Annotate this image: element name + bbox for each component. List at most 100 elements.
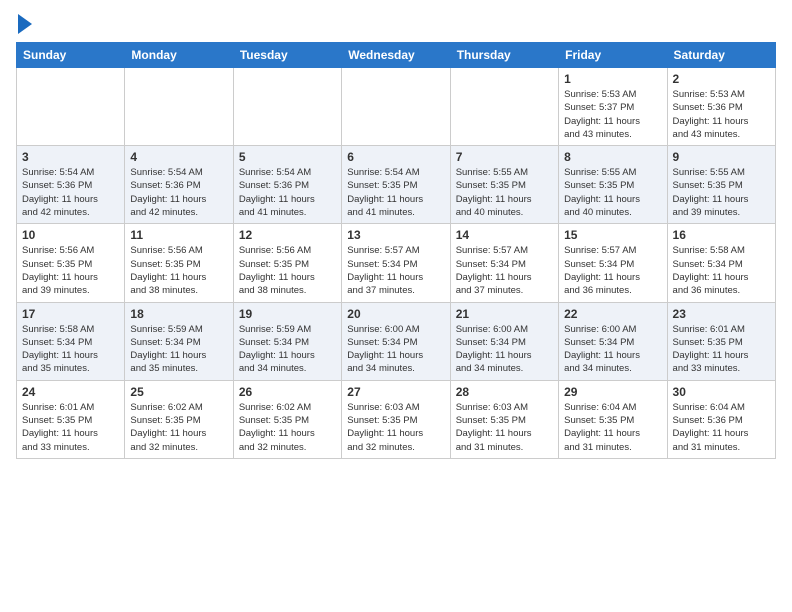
day-cell-11: 11 Sunrise: 5:56 AM Sunset: 5:35 PM Dayli… [125,224,233,302]
calendar-table: SundayMondayTuesdayWednesdayThursdayFrid… [16,42,776,459]
day-cell-4: 4Sunrise: 5:54 AM Sunset: 5:36 PM Daylig… [125,146,233,224]
day-number: 3 [22,150,119,164]
day-info: Sunrise: 5:56 AM Sunset: 5:35 PM Dayligh… [130,244,227,297]
day-number: 28 [456,385,553,399]
day-cell-19: 19 Sunrise: 5:59 AM Sunset: 5:34 PM Dayli… [233,302,341,380]
day-number: 1 [564,72,661,86]
day-number: 27 [347,385,444,399]
day-cell-14: 14Sunrise: 5:57 AM Sunset: 5:34 PM Dayli… [450,224,558,302]
day-number: 24 [22,385,119,399]
day-cell-17: 17 Sunrise: 5:58 AM Sunset: 5:34 PM Dayli… [17,302,125,380]
day-number: 11 [130,228,227,242]
empty-cell [125,68,233,146]
day-info: Sunrise: 6:01 AM Sunset: 5:35 PM Dayligh… [22,401,119,454]
day-cell-30: 30 Sunrise: 6:04 AM Sunset: 5:36 PM Dayli… [667,380,775,458]
day-number: 20 [347,307,444,321]
week-row-1: 3 Sunrise: 5:54 AM Sunset: 5:36 PM Daylig… [17,146,776,224]
dow-header-wednesday: Wednesday [342,43,450,68]
day-cell-25: 25 Sunrise: 6:02 AM Sunset: 5:35 PM Dayli… [125,380,233,458]
day-cell-15: 15 Sunrise: 5:57 AM Sunset: 5:34 PM Dayli… [559,224,667,302]
dow-header-saturday: Saturday [667,43,775,68]
day-number: 19 [239,307,336,321]
day-number: 26 [239,385,336,399]
day-cell-22: 22Sunrise: 6:00 AM Sunset: 5:34 PM Dayli… [559,302,667,380]
day-info: Sunrise: 5:55 AM Sunset: 5:35 PM Dayligh… [564,166,661,219]
day-number: 4 [130,150,227,164]
day-cell-26: 26 Sunrise: 6:02 AM Sunset: 5:35 PM Dayli… [233,380,341,458]
day-number: 17 [22,307,119,321]
empty-cell [17,68,125,146]
logo [16,16,32,34]
day-number: 22 [564,307,661,321]
day-info: Sunrise: 6:04 AM Sunset: 5:35 PM Dayligh… [564,401,661,454]
day-number: 6 [347,150,444,164]
day-info: Sunrise: 6:03 AM Sunset: 5:35 PM Dayligh… [456,401,553,454]
day-cell-29: 29 Sunrise: 6:04 AM Sunset: 5:35 PM Dayli… [559,380,667,458]
day-number: 10 [22,228,119,242]
week-row-0: 1 Sunrise: 5:53 AM Sunset: 5:37 PM Daylig… [17,68,776,146]
day-cell-3: 3Sunrise: 5:54 AM Sunset: 5:36 PM Daylig… [17,146,125,224]
day-cell-21: 21Sunrise: 6:00 AM Sunset: 5:34 PM Dayli… [450,302,558,380]
day-info: Sunrise: 5:57 AM Sunset: 5:34 PM Dayligh… [347,244,444,297]
day-cell-8: 8 Sunrise: 5:55 AM Sunset: 5:35 PM Daylig… [559,146,667,224]
day-cell-9: 9 Sunrise: 5:55 AM Sunset: 5:35 PM Daylig… [667,146,775,224]
day-info: Sunrise: 5:53 AM Sunset: 5:37 PM Dayligh… [564,88,661,141]
logo-arrow-icon [18,14,32,34]
days-of-week-row: SundayMondayTuesdayWednesdayThursdayFrid… [17,43,776,68]
day-cell-1: 1 Sunrise: 5:53 AM Sunset: 5:37 PM Daylig… [559,68,667,146]
day-info: Sunrise: 6:03 AM Sunset: 5:35 PM Dayligh… [347,401,444,454]
day-number: 23 [673,307,770,321]
day-cell-6: 6Sunrise: 5:54 AM Sunset: 5:35 PM Daylig… [342,146,450,224]
day-info: Sunrise: 6:04 AM Sunset: 5:36 PM Dayligh… [673,401,770,454]
week-row-4: 24 Sunrise: 6:01 AM Sunset: 5:35 PM Dayli… [17,380,776,458]
day-cell-5: 5 Sunrise: 5:54 AM Sunset: 5:36 PM Daylig… [233,146,341,224]
empty-cell [342,68,450,146]
day-info: Sunrise: 6:02 AM Sunset: 5:35 PM Dayligh… [130,401,227,454]
day-info: Sunrise: 5:55 AM Sunset: 5:35 PM Dayligh… [673,166,770,219]
day-number: 29 [564,385,661,399]
day-cell-7: 7Sunrise: 5:55 AM Sunset: 5:35 PM Daylig… [450,146,558,224]
week-row-2: 10 Sunrise: 5:56 AM Sunset: 5:35 PM Dayli… [17,224,776,302]
day-info: Sunrise: 6:01 AM Sunset: 5:35 PM Dayligh… [673,323,770,376]
dow-header-sunday: Sunday [17,43,125,68]
dow-header-thursday: Thursday [450,43,558,68]
day-number: 2 [673,72,770,86]
day-cell-28: 28 Sunrise: 6:03 AM Sunset: 5:35 PM Dayli… [450,380,558,458]
day-cell-2: 2 Sunrise: 5:53 AM Sunset: 5:36 PM Daylig… [667,68,775,146]
empty-cell [233,68,341,146]
day-number: 25 [130,385,227,399]
day-number: 13 [347,228,444,242]
day-info: Sunrise: 5:53 AM Sunset: 5:36 PM Dayligh… [673,88,770,141]
day-number: 8 [564,150,661,164]
day-cell-10: 10Sunrise: 5:56 AM Sunset: 5:35 PM Dayli… [17,224,125,302]
day-cell-12: 12 Sunrise: 5:56 AM Sunset: 5:35 PM Dayli… [233,224,341,302]
day-number: 12 [239,228,336,242]
day-cell-20: 20Sunrise: 6:00 AM Sunset: 5:34 PM Dayli… [342,302,450,380]
day-info: Sunrise: 5:56 AM Sunset: 5:35 PM Dayligh… [239,244,336,297]
day-info: Sunrise: 5:58 AM Sunset: 5:34 PM Dayligh… [22,323,119,376]
day-info: Sunrise: 5:57 AM Sunset: 5:34 PM Dayligh… [456,244,553,297]
day-info: Sunrise: 6:02 AM Sunset: 5:35 PM Dayligh… [239,401,336,454]
day-info: Sunrise: 5:58 AM Sunset: 5:34 PM Dayligh… [673,244,770,297]
day-info: Sunrise: 5:59 AM Sunset: 5:34 PM Dayligh… [130,323,227,376]
day-number: 21 [456,307,553,321]
dow-header-friday: Friday [559,43,667,68]
day-cell-24: 24 Sunrise: 6:01 AM Sunset: 5:35 PM Dayli… [17,380,125,458]
day-info: Sunrise: 5:59 AM Sunset: 5:34 PM Dayligh… [239,323,336,376]
day-number: 5 [239,150,336,164]
day-number: 16 [673,228,770,242]
empty-cell [450,68,558,146]
week-row-3: 17 Sunrise: 5:58 AM Sunset: 5:34 PM Dayli… [17,302,776,380]
day-number: 18 [130,307,227,321]
day-info: Sunrise: 5:57 AM Sunset: 5:34 PM Dayligh… [564,244,661,297]
day-number: 7 [456,150,553,164]
page-header [16,16,776,34]
day-cell-16: 16 Sunrise: 5:58 AM Sunset: 5:34 PM Dayli… [667,224,775,302]
day-number: 30 [673,385,770,399]
day-cell-27: 27 Sunrise: 6:03 AM Sunset: 5:35 PM Dayli… [342,380,450,458]
calendar-body: 1 Sunrise: 5:53 AM Sunset: 5:37 PM Daylig… [17,68,776,459]
day-number: 15 [564,228,661,242]
day-info: Sunrise: 5:54 AM Sunset: 5:36 PM Dayligh… [239,166,336,219]
day-number: 9 [673,150,770,164]
day-cell-13: 13 Sunrise: 5:57 AM Sunset: 5:34 PM Dayli… [342,224,450,302]
